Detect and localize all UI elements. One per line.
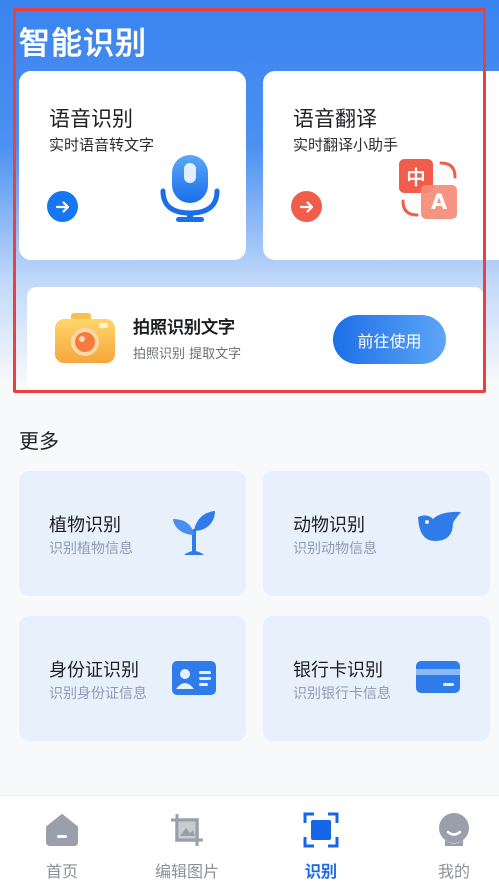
arrow-right-icon[interactable]: [291, 191, 322, 222]
voice-translation-title: 语音翻译: [293, 107, 377, 131]
id-card-icon: [172, 661, 216, 695]
tab-edit-image[interactable]: 编辑图片: [125, 796, 249, 892]
translate-english-glyph: A: [430, 190, 448, 214]
id-card-recognition-title: 身份证识别: [49, 660, 139, 681]
scan-icon: [303, 812, 339, 848]
id-card-recognition-card[interactable]: 身份证识别 识别身份证信息: [19, 616, 246, 741]
voice-recognition-subtitle: 实时语音转文字: [49, 136, 155, 154]
photo-recognition-title: 拍照识别文字: [133, 318, 235, 338]
go-use-button[interactable]: 前往使用: [333, 315, 446, 364]
tab-edit-image-label: 编辑图片: [154, 862, 219, 881]
tab-home-label: 首页: [45, 862, 78, 881]
home-icon: [46, 814, 78, 846]
tab-profile-label: 我的: [437, 862, 470, 881]
bank-card-recognition-title: 银行卡识别: [293, 660, 383, 681]
animal-recognition-subtitle: 识别动物信息: [293, 541, 377, 557]
plant-recognition-subtitle: 识别植物信息: [49, 541, 133, 557]
voice-translation-card[interactable]: 语音翻译 实时翻译小助手 中 A: [263, 71, 499, 260]
bank-card-icon: [416, 661, 460, 693]
camera-icon: [55, 313, 115, 363]
bank-card-recognition-subtitle: 识别银行卡信息: [293, 686, 391, 702]
voice-recognition-card[interactable]: 语音识别 实时语音转文字: [19, 71, 246, 260]
tab-recognition[interactable]: 识别: [259, 796, 383, 892]
more-section-title: 更多: [19, 429, 59, 453]
bird-icon: [418, 511, 461, 541]
tab-profile[interactable]: 我的: [392, 796, 499, 892]
translate-chinese-glyph: 中: [406, 167, 426, 189]
bank-card-recognition-card[interactable]: 银行卡识别 识别银行卡信息: [263, 616, 490, 741]
tab-home[interactable]: 首页: [0, 796, 124, 892]
voice-recognition-title: 语音识别: [49, 107, 133, 131]
photo-recognition-subtitle: 拍照识别 提取文字: [133, 347, 242, 362]
page-title: 智能识别: [19, 26, 147, 62]
plant-recognition-title: 植物识别: [49, 515, 121, 536]
microphone-icon: [160, 155, 220, 222]
arrow-right-icon[interactable]: [47, 191, 78, 222]
photo-text-recognition-card[interactable]: 拍照识别文字 拍照识别 提取文字 前往使用: [27, 287, 484, 391]
voice-translation-subtitle: 实时翻译小助手: [293, 136, 399, 154]
animal-recognition-title: 动物识别: [293, 515, 365, 536]
plant-recognition-card[interactable]: 植物识别 识别植物信息: [19, 471, 246, 596]
plant-icon: [173, 511, 215, 555]
animal-recognition-card[interactable]: 动物识别 识别动物信息: [263, 471, 490, 596]
translate-icon: 中 A: [397, 157, 463, 223]
bottom-tab-bar: 首页 编辑图片 识别 我的: [0, 795, 499, 892]
tab-recognition-label: 识别: [304, 862, 337, 881]
profile-icon: [439, 813, 469, 846]
id-card-recognition-subtitle: 识别身份证信息: [49, 686, 147, 702]
crop-icon: [171, 814, 203, 846]
